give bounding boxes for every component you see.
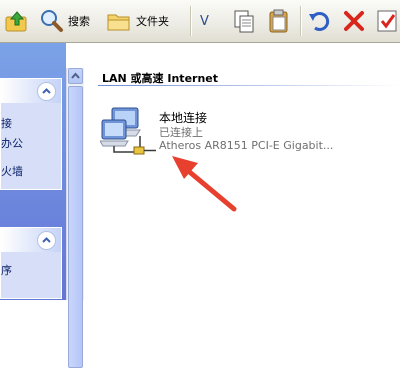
folders-button[interactable]: 文件夹 — [106, 6, 169, 36]
delete-button[interactable] — [341, 6, 367, 36]
undo-icon — [309, 12, 330, 31]
task-group-network: 接 办公 火墙 — [0, 78, 62, 190]
properties-icon — [377, 10, 397, 32]
move-to-button[interactable] — [266, 6, 292, 36]
toolbar-separator-2 — [300, 6, 302, 36]
collapse-chevron-icon[interactable] — [37, 82, 56, 101]
task-group-header-2[interactable] — [1, 228, 61, 252]
toolbar: 搜索 文件夹 V — [0, 0, 400, 43]
task-group-other: 序 — [0, 227, 62, 299]
task-item-4[interactable]: 序 — [1, 262, 12, 278]
network-connections-list: LAN 或高速 Internet 本地连接 已连接上 Atheros AR815… — [84, 43, 400, 300]
up-folder-icon — [5, 11, 27, 32]
search-icon — [41, 10, 63, 32]
task-pane: 接 办公 火墙 序 — [0, 43, 66, 300]
views-label: V — [200, 13, 209, 29]
folders-label: 文件夹 — [136, 15, 169, 28]
views-button[interactable]: V — [200, 6, 209, 36]
search-button[interactable]: 搜索 — [38, 6, 90, 36]
annotation-arrow-icon — [172, 156, 237, 212]
task-item-1[interactable]: 接 — [1, 115, 12, 131]
folder-icon — [107, 14, 130, 31]
task-group-header[interactable] — [1, 79, 61, 103]
copy-to-button[interactable] — [231, 6, 257, 36]
properties-button[interactable] — [375, 6, 399, 36]
task-item-2[interactable]: 办公 — [1, 135, 23, 151]
vertical-scrollbar[interactable] — [66, 68, 84, 368]
scroll-up-button[interactable] — [68, 68, 83, 84]
clipboard-icon — [269, 9, 288, 33]
delete-icon — [344, 11, 364, 31]
search-label: 搜索 — [68, 15, 90, 28]
toolbar-separator — [190, 6, 192, 36]
up-folder-button[interactable] — [4, 6, 30, 36]
undo-button[interactable] — [307, 6, 333, 36]
scroll-thumb[interactable] — [68, 86, 83, 368]
task-item-3[interactable]: 火墙 — [1, 163, 23, 179]
collapse-chevron-icon-2[interactable] — [37, 231, 56, 250]
copy-icon — [234, 10, 254, 33]
